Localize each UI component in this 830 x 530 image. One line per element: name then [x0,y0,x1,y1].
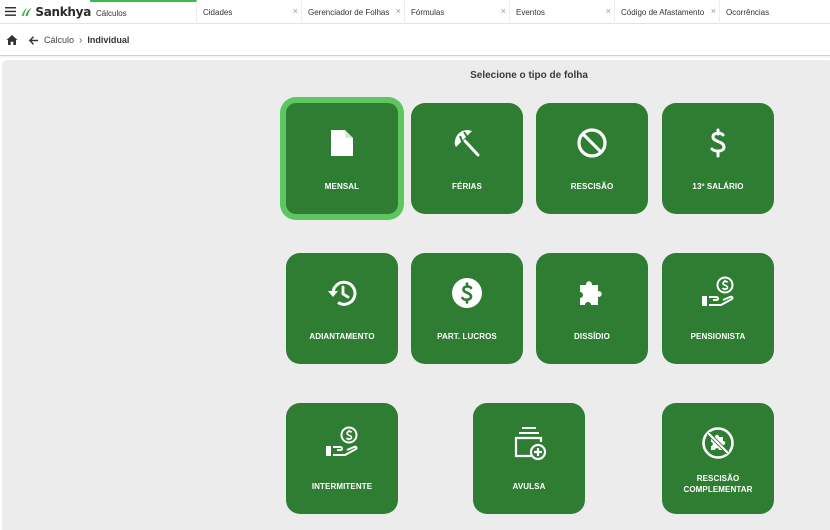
tab-label: Gerenciador de Folhas [308,7,390,17]
tile-dissidio[interactable]: DISSÍDIO [536,253,648,364]
tile-label: PENSIONISTA [690,332,746,341]
home-icon[interactable] [6,34,18,46]
tile-label: DISSÍDIO [574,332,610,341]
close-icon[interactable]: × [396,7,401,16]
tab-codigo-de-afastamento[interactable]: Código de Afastamento × [615,0,720,24]
tile-13-salario[interactable]: 13º SALÁRIO [662,103,774,214]
tab-label: Cálculos [96,8,127,18]
tile-label: AVULSA [512,482,546,491]
tile-label: RESCISÃO COMPLEMENTAR [683,474,753,494]
tile-label: ADIANTAMENTO [309,332,375,341]
tab-calculos[interactable]: Cálculos [90,0,197,24]
tab-label: Cidades [203,7,233,17]
add-stack-icon [514,427,547,461]
brand-name: Sankhya [35,4,91,19]
puzzle-blocked-icon [702,427,734,459]
tab-label: Eventos [516,7,545,17]
tile-ferias[interactable]: FÉRIAS [411,103,523,214]
tile-rescisao-complementar[interactable]: RESCISÃO COMPLEMENTAR [662,403,774,514]
tile-pensionista[interactable]: PENSIONISTA [662,253,774,364]
tile-adiantamento[interactable]: ADIANTAMENTO [286,253,398,364]
arrow-left-icon[interactable] [28,35,39,46]
close-icon[interactable]: × [501,7,506,16]
sankhya-logo-icon [21,7,32,16]
main-content: Selecione o tipo de folha MENSAL FÉRIAS … [2,60,830,530]
close-icon[interactable]: × [606,7,611,16]
tile-label: RESCISÃO [570,182,614,191]
breadcrumb: Cálculo › Individual [0,25,830,56]
document-icon [331,130,353,156]
close-icon[interactable]: × [293,7,298,16]
tab-label: Fórmulas [411,7,445,17]
tile-label: INTERMITENTE [311,482,373,491]
menu-icon[interactable] [1,0,19,23]
top-tab-bar: Sankhya Cálculos Cidades × Gerenciador de… [0,0,830,24]
tab-label: Código de Afastamento [621,7,705,17]
close-icon[interactable]: × [711,7,716,16]
tab-label: Ocorrências [726,7,770,17]
tile-intermitente[interactable]: INTERMITENTE [286,403,398,514]
payment-hand-icon [702,276,734,306]
beach-umbrella-icon [454,130,480,157]
dollar-circle-icon [452,278,482,308]
tab-strip: Cálculos Cidades × Gerenciador de Folhas ×… [90,0,830,24]
tab-formulas[interactable]: Fórmulas × [405,0,510,24]
puzzle-icon [580,281,602,305]
tile-label: MENSAL [324,182,360,191]
tab-gerenciador-de-folhas[interactable]: Gerenciador de Folhas × [302,0,405,24]
tile-mensal[interactable]: MENSAL [286,103,398,214]
tile-label: FÉRIAS [452,182,482,191]
tile-rescisao[interactable]: RESCISÃO [536,103,648,214]
page-title: Selecione o tipo de folha [2,70,830,81]
dollar-icon [710,128,726,158]
sankhya-logo: Sankhya [19,0,91,23]
tile-part-lucros[interactable]: PART. LUCROS [411,253,523,364]
tile-label: 13º SALÁRIO [692,182,744,191]
tab-eventos[interactable]: Eventos × [510,0,615,24]
breadcrumb-current: Individual [87,35,130,45]
payment-hand-icon [326,426,358,456]
history-icon [328,280,357,306]
page-title-text: Selecione o tipo de folha [470,70,588,81]
block-icon [577,128,607,158]
breadcrumb-separator-icon: › [79,34,83,46]
tab-cidades[interactable]: Cidades × [197,0,302,24]
breadcrumb-parent[interactable]: Cálculo [44,35,74,45]
tab-ocorrencias[interactable]: Ocorrências [720,0,830,24]
tile-label: PART. LUCROS [437,332,497,341]
tile-avulsa[interactable]: AVULSA [473,403,585,514]
